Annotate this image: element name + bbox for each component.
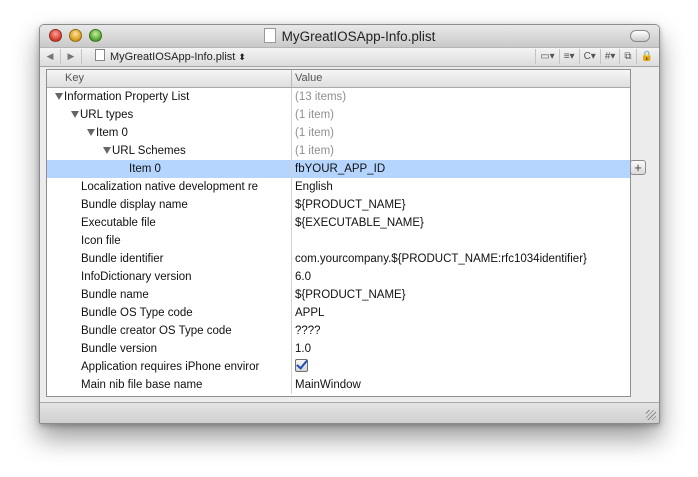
forward-button[interactable]: ▶ [61,49,82,64]
table-row[interactable]: InfoDictionary version 6.0 [47,268,630,286]
row-key: Main nib file base name [81,379,203,391]
class-menu-button[interactable]: C▾ [578,49,600,64]
table-row[interactable]: Bundle OS Type code APPL [47,304,630,322]
counterpart-button[interactable]: ⧉ [619,49,635,64]
row-key: URL Schemes [112,145,186,157]
plist-file-icon [95,49,105,61]
row-key: Localization native development re [81,181,259,193]
row-key: URL types [80,109,134,121]
title-bar[interactable]: MyGreatIOSApp-Info.plist [40,25,659,47]
table-row[interactable]: Executable file ${EXECUTABLE_NAME} [47,214,630,232]
table-row[interactable]: URL Schemes (1 item) [47,142,630,160]
row-value: MainWindow [291,376,629,394]
window-title-wrap: MyGreatIOSApp-Info.plist [40,28,659,44]
table-row[interactable]: Icon file [47,232,630,250]
add-item-button[interactable]: + [630,160,646,175]
disclosure-triangle-icon[interactable] [55,93,63,100]
table-rows: Information Property List (13 items) URL… [47,88,630,394]
row-value: (1 item) [291,142,629,160]
back-arrow-icon: ◀ [46,51,54,61]
row-value-field[interactable]: fbYOUR_APP_ID [291,160,629,178]
table-row[interactable]: Main nib file base name MainWindow [47,376,630,394]
table-row[interactable]: Bundle identifier com.yourcompany.${PROD… [47,250,630,268]
breadcrumb-popup-arrows-icon: ⬍ [238,52,246,62]
toolbar-toggle-button[interactable] [630,30,650,42]
row-value: 1.0 [291,340,629,358]
plist-editor-window: MyGreatIOSApp-Info.plist ◀ ▶ MyGreatIOSA… [39,24,660,424]
key-column-header[interactable]: Key [47,70,84,87]
disclosure-triangle-icon[interactable] [87,129,95,136]
row-value: ???? [291,322,629,340]
row-value: 6.0 [291,268,629,286]
row-key: Bundle name [81,289,149,301]
property-list-table: Key Value Information Property List (13 … [46,69,631,397]
row-key: Bundle identifier [81,253,164,265]
table-row[interactable]: URL types (1 item) [47,106,630,124]
back-button[interactable]: ◀ [40,49,61,64]
navigation-bar: ◀ ▶ MyGreatIOSApp-Info.plist ⬍ ▭▾ ≡▾ C▾ #… [40,47,659,67]
disclosure-triangle-icon[interactable] [103,147,111,154]
row-key: InfoDictionary version [81,271,192,283]
status-bar [40,402,659,423]
row-key: Bundle display name [81,199,188,211]
breadcrumb[interactable]: MyGreatIOSApp-Info.plist ⬍ [95,49,246,64]
table-row[interactable]: Localization native development re Engli… [47,178,630,196]
breadcrumb-filename: MyGreatIOSApp-Info.plist [110,51,236,63]
table-row-selected[interactable]: Item 0 fbYOUR_APP_ID [47,160,630,178]
table-row[interactable]: Information Property List (13 items) [47,88,630,106]
resize-grip-icon[interactable] [646,410,656,420]
disclosure-triangle-icon[interactable] [71,111,79,118]
row-value: (1 item) [291,106,629,124]
row-key: Bundle creator OS Type code [81,325,232,337]
lock-icon[interactable]: 🔒 [635,49,657,64]
navbar-tools: ▭▾ ≡▾ C▾ #▾ ⧉ 🔒 [535,49,657,64]
row-value: APPL [291,304,629,322]
row-key: Application requires iPhone enviror [81,361,260,373]
row-key: Bundle OS Type code [81,307,193,319]
table-header: Key Value [47,70,630,88]
row-key: Item 0 [96,127,128,139]
iphone-environment-checkbox[interactable] [295,359,308,372]
document-icon [263,28,276,43]
row-key: Icon file [81,235,121,247]
window-title: MyGreatIOSApp-Info.plist [281,29,436,44]
row-value: ${PRODUCT_NAME} [291,286,629,304]
row-key: Information Property List [64,91,190,103]
table-row[interactable]: Bundle version 1.0 [47,340,630,358]
table-row[interactable]: Item 0 (1 item) [47,124,630,142]
forward-arrow-icon: ▶ [67,51,75,61]
row-key: Executable file [81,217,156,229]
bookmarks-menu-button[interactable]: ▭▾ [535,49,558,64]
table-row[interactable]: Bundle display name ${PRODUCT_NAME} [47,196,630,214]
table-row[interactable]: Bundle creator OS Type code ???? [47,322,630,340]
symbols-menu-button[interactable]: ≡▾ [558,49,579,64]
table-row[interactable]: Application requires iPhone enviror [47,358,630,376]
row-value: ${PRODUCT_NAME} [291,196,629,214]
row-value: (13 items) [291,88,629,106]
row-value: English [291,178,629,196]
row-value: (1 item) [291,124,629,142]
row-value [291,232,629,250]
value-column-header[interactable]: Value [291,70,322,87]
row-key: Bundle version [81,343,158,355]
row-value [291,358,629,376]
includes-menu-button[interactable]: #▾ [599,49,620,64]
row-value: com.yourcompany.${PRODUCT_NAME:rfc1034id… [291,250,629,268]
row-value: ${EXECUTABLE_NAME} [291,214,629,232]
table-row[interactable]: Bundle name ${PRODUCT_NAME} [47,286,630,304]
